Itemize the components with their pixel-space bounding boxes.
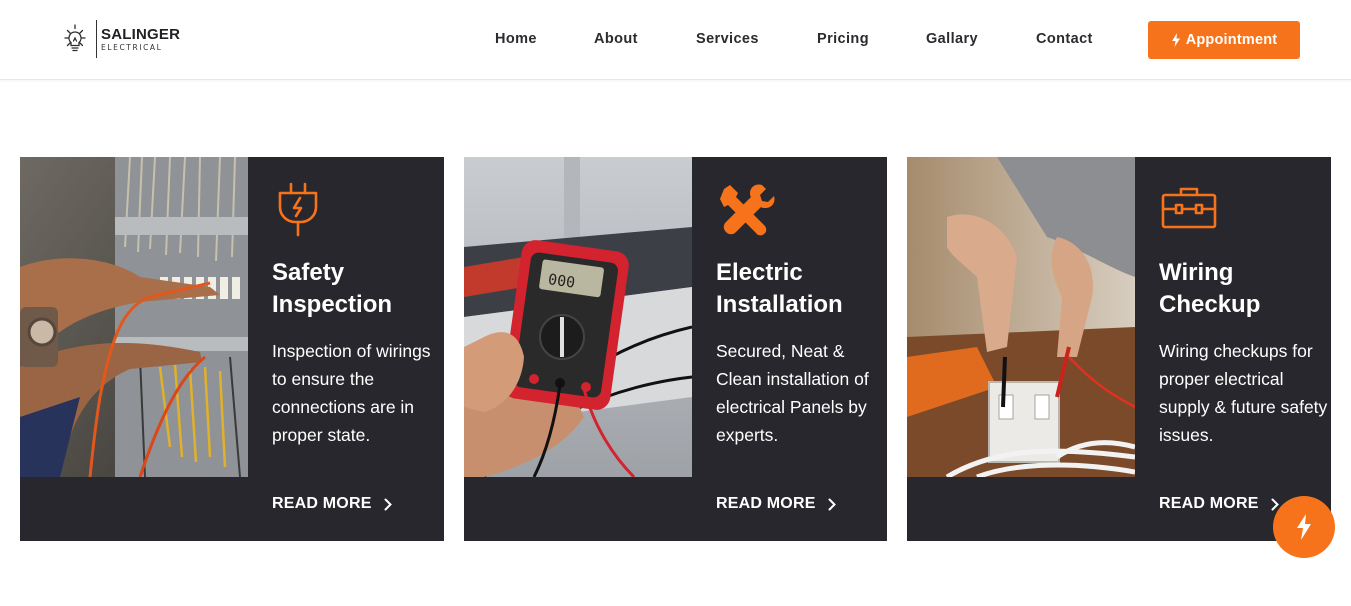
nav-services[interactable]: Services <box>696 31 759 47</box>
svg-text:000: 000 <box>547 270 576 292</box>
nav-gallary[interactable]: Gallary <box>926 31 978 47</box>
nav-about[interactable]: About <box>594 31 638 47</box>
bolt-icon <box>1297 514 1311 540</box>
service-card-safety-inspection: Safety Inspection Inspection of wirings … <box>20 157 444 541</box>
toolbox-icon <box>1159 179 1219 241</box>
service-title: Wiring Checkup <box>1159 259 1261 318</box>
service-description: Secured, Neat & Clean installation of el… <box>716 341 869 445</box>
service-photo-panel-inspection <box>20 157 248 477</box>
bolt-icon <box>1171 33 1180 47</box>
service-photo-breaker-testing <box>907 157 1135 477</box>
plug-icon <box>272 179 332 241</box>
floating-bolt-button[interactable] <box>1273 496 1335 558</box>
nav-pricing[interactable]: Pricing <box>817 31 869 47</box>
service-description: Inspection of wirings to ensure the conn… <box>272 341 431 445</box>
read-more-link[interactable]: READ MORE <box>272 495 392 513</box>
appointment-label: Appointment <box>1185 32 1278 48</box>
read-more-link[interactable]: READ MORE <box>1159 495 1279 513</box>
service-description: Wiring checkups for proper electrical su… <box>1159 341 1328 445</box>
nav-home[interactable]: Home <box>495 31 537 47</box>
service-title: Safety Inspection <box>272 259 393 318</box>
service-title: Electric Installation <box>716 259 843 318</box>
service-card-electric-installation: 000 Electric Installation Secured, Neat … <box>464 157 887 541</box>
nav-contact[interactable]: Contact <box>1036 31 1093 47</box>
chevron-right-icon <box>828 498 836 510</box>
site-header: SALINGER ELECTRICAL Home About Services … <box>0 0 1351 80</box>
read-more-link[interactable]: READ MORE <box>716 495 836 513</box>
chevron-right-icon <box>384 498 392 510</box>
tools-icon <box>716 179 776 241</box>
appointment-button[interactable]: Appointment <box>1148 21 1300 59</box>
service-photo-multimeter: 000 <box>464 157 692 477</box>
service-card-wiring-checkup: Wiring Checkup Wiring checkups for prope… <box>907 157 1331 541</box>
